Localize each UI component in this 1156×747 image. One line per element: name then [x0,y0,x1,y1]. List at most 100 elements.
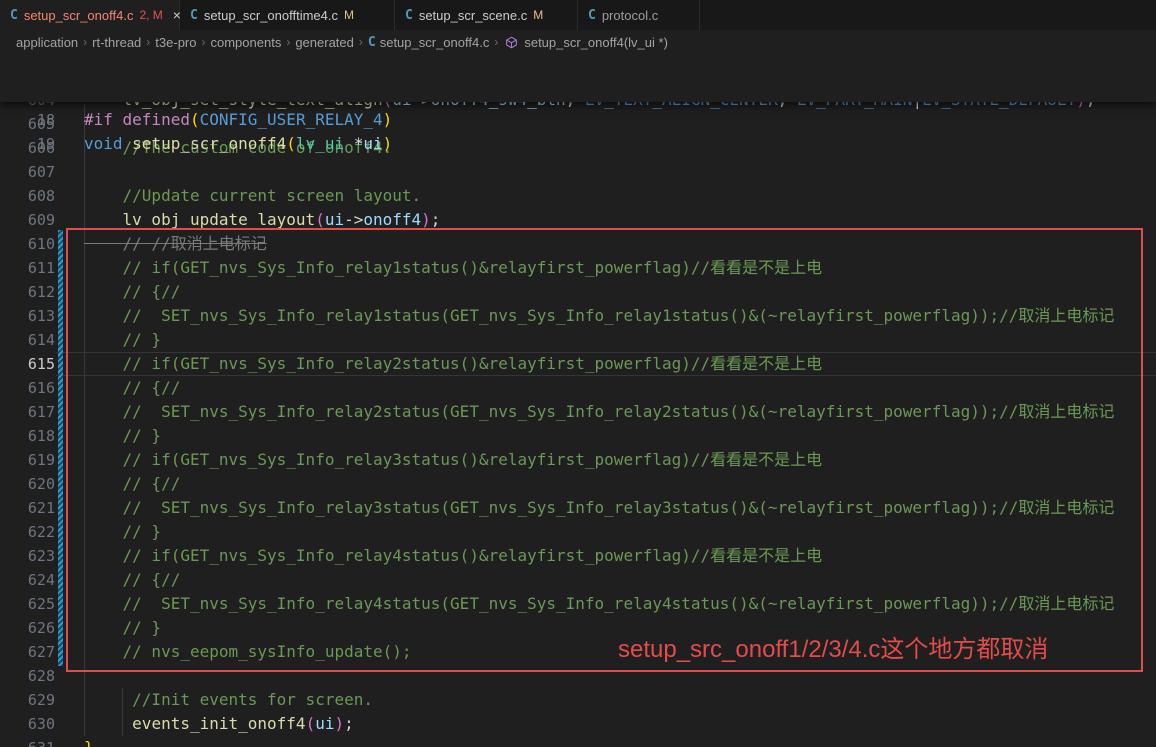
line-content: // if(GET_nvs_Sys_Info_relay3status()&re… [84,448,822,472]
code-line-630[interactable]: 630 events_init_onoff4(ui); [0,712,1156,736]
problems-modified-badge: 2, M [139,8,162,22]
line-content: lv_obj_update_layout(ui->onoff4); [84,208,440,232]
line-number: 627 [0,640,55,664]
line-content: // } [84,328,161,352]
tab-setup_scr_onofftime4.c[interactable]: Csetup_scr_onofftime4.c M [180,0,395,30]
code-line-618[interactable]: 618 // } [0,424,1156,448]
code-line-607[interactable]: 607 [0,160,1156,184]
line-number: 625 [0,592,55,616]
sticky-line-19[interactable]: 19 void setup_scr_onoff4(lv_ui *ui) [0,132,1156,156]
code-line-626[interactable]: 626 // } [0,616,1156,640]
line-content: #if defined(CONFIG_USER_RELAY_4) [84,108,392,132]
breadcrumb-separator-icon: › [201,35,207,49]
sticky-scroll-header: 18#if defined(CONFIG_USER_RELAY_4)19void… [0,54,1156,102]
line-number: 19 [0,132,55,156]
line-content: // SET_nvs_Sys_Info_relay4status(GET_nvs… [84,592,1114,616]
code-line-613[interactable]: 613 // SET_nvs_Sys_Info_relay1status(GET… [0,304,1156,328]
breadcrumb-item[interactable]: setup_scr_onoff4.c [380,35,490,50]
tab-label: setup_scr_onofftime4.c [204,8,338,23]
breadcrumb-item[interactable]: t3e-pro [155,35,196,50]
c-file-icon: C [190,8,198,23]
breadcrumb-separator-icon: › [145,35,151,49]
line-content: // {// [84,280,180,304]
line-content: //Init events for screen. [84,688,373,712]
breadcrumb-separator-icon: › [358,35,364,49]
breadcrumb-item[interactable]: generated [295,35,354,50]
line-content: // {// [84,568,180,592]
code-line-616[interactable]: 616 // {// [0,376,1156,400]
sticky-line-18[interactable]: 18 #if defined(CONFIG_USER_RELAY_4) [0,108,1156,132]
code-line-619[interactable]: 619 // if(GET_nvs_Sys_Info_relay3status(… [0,448,1156,472]
code-line-631[interactable]: 631} [0,736,1156,747]
tab-label: protocol.c [602,8,658,23]
code-line-608[interactable]: 608 //Update current screen layout. [0,184,1156,208]
code-line-614[interactable]: 614 // } [0,328,1156,352]
line-number: 628 [0,664,55,688]
tab-protocol.c[interactable]: Cprotocol.c [578,0,700,30]
line-number: 626 [0,616,55,640]
line-number: 623 [0,544,55,568]
code-line-621[interactable]: 621 // SET_nvs_Sys_Info_relay3status(GET… [0,496,1156,520]
line-number: 608 [0,184,55,208]
breadcrumb-separator-icon: › [493,35,499,49]
code-line-609[interactable]: 609 lv_obj_update_layout(ui->onoff4); [0,208,1156,232]
line-number: 630 [0,712,55,736]
vscode-editor-window: 604 lv_obj_set_style_text_align(ui->onof… [0,0,1156,747]
c-file-icon: C [368,35,376,50]
code-line-625[interactable]: 625 // SET_nvs_Sys_Info_relay4status(GET… [0,592,1156,616]
line-content: // {// [84,376,180,400]
line-number: 617 [0,400,55,424]
line-number: 609 [0,208,55,232]
line-number: 631 [0,736,55,747]
breadcrumb-item[interactable]: application [16,35,78,50]
line-content: // if(GET_nvs_Sys_Info_relay2status()&re… [84,352,822,376]
line-content: //Update current screen layout. [84,184,421,208]
line-content: // if(GET_nvs_Sys_Info_relay4status()&re… [84,544,822,568]
breadcrumb-separator-icon: › [285,35,291,49]
tab-setup_scr_scene.c[interactable]: Csetup_scr_scene.cM [395,0,578,30]
code-line-624[interactable]: 624 // {// [0,568,1156,592]
line-content: // {// [84,472,180,496]
c-file-icon: C [405,8,413,23]
c-file-icon: C [588,8,596,23]
code-line-611[interactable]: 611 // if(GET_nvs_Sys_Info_relay1status(… [0,256,1156,280]
code-line-615[interactable]: 615 // if(GET_nvs_Sys_Info_relay2status(… [0,352,1156,376]
line-number: 624 [0,568,55,592]
modified-badge: M [344,8,354,22]
code-line-629[interactable]: 629 //Init events for screen. [0,688,1156,712]
breadcrumb-item[interactable]: components [211,35,282,50]
line-number: 612 [0,280,55,304]
line-number: 607 [0,160,55,184]
line-number: 629 [0,688,55,712]
line-content: events_init_onoff4(ui); [84,712,354,736]
line-number: 616 [0,376,55,400]
code-line-612[interactable]: 612 // {// [0,280,1156,304]
line-number: 610 [0,232,55,256]
code-line-610[interactable]: 610 // //取消上电标记 [0,232,1156,256]
code-line-617[interactable]: 617 // SET_nvs_Sys_Info_relay2status(GET… [0,400,1156,424]
line-content: // //取消上电标记 [84,232,267,256]
code-line-627[interactable]: 627 // nvs_eepom_sysInfo_update(); [0,640,1156,664]
line-number: 619 [0,448,55,472]
code-line-622[interactable]: 622 // } [0,520,1156,544]
line-number: 618 [0,424,55,448]
breadcrumb-item[interactable]: rt-thread [92,35,141,50]
line-number: 620 [0,472,55,496]
breadcrumb-item[interactable]: setup_scr_onoff4(lv_ui *) [524,35,668,50]
tab-setup_scr_onoff4.c[interactable]: Csetup_scr_onoff4.c2, M× [0,0,180,30]
line-content: } [84,736,94,747]
line-content: // } [84,520,161,544]
tab-label: setup_scr_scene.c [419,8,527,23]
line-content: // } [84,424,161,448]
code-line-628[interactable]: 628 [0,664,1156,688]
line-content: void setup_scr_onoff4(lv_ui *ui) [84,132,392,156]
line-number: 18 [0,108,55,132]
line-content: // SET_nvs_Sys_Info_relay1status(GET_nvs… [84,304,1114,328]
line-content: // SET_nvs_Sys_Info_relay2status(GET_nvs… [84,400,1114,424]
line-number: 614 [0,328,55,352]
line-number: 613 [0,304,55,328]
line-number: 622 [0,520,55,544]
code-line-620[interactable]: 620 // {// [0,472,1156,496]
code-line-623[interactable]: 623 // if(GET_nvs_Sys_Info_relay4status(… [0,544,1156,568]
symbol-function-icon [505,36,518,49]
